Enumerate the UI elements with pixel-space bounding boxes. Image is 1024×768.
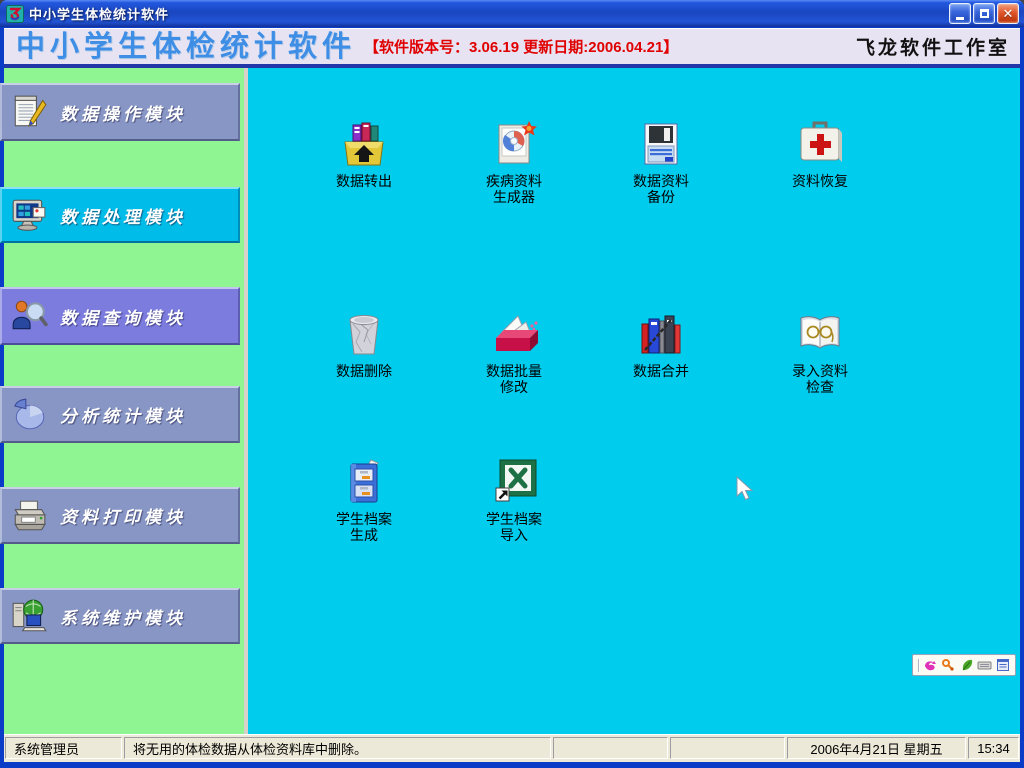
shortcut-student-file-generate[interactable]: 学生档案 生成	[304, 456, 424, 543]
app-logo-icon	[6, 5, 24, 23]
sidebar-item-label: 数据操作模块	[60, 100, 186, 125]
leaf-icon[interactable]	[959, 658, 974, 673]
shortcut-disease-generator[interactable]: 疾病资料 生成器	[454, 118, 574, 205]
keyboard-icon[interactable]	[977, 658, 992, 673]
disease-generator-icon	[488, 118, 540, 170]
sidebar-item-analysis-statistics[interactable]: 分析统计模块	[0, 386, 240, 443]
export-box-icon	[338, 118, 390, 170]
header-banner: 中小学生体检统计软件 【软件版本号：3.06.19 更新日期:2006.04.2…	[4, 28, 1020, 64]
trash-bucket-icon	[338, 308, 390, 360]
sidebar-item-data-query[interactable]: 数据查询模块	[0, 287, 240, 345]
file-cabinet-icon	[338, 456, 390, 508]
statusbar-empty-panel	[670, 737, 785, 759]
shortcut-label: 学生档案 导入	[454, 511, 574, 543]
sidebar-item-data-processing[interactable]: 数据处理模块	[0, 187, 240, 243]
shortcut-label: 数据批量 修改	[454, 363, 574, 395]
shortcut-label: 录入资料 检查	[760, 363, 880, 395]
maximize-icon	[980, 9, 989, 18]
sidebar-item-label: 资料打印模块	[60, 503, 186, 528]
shortcut-data-delete[interactable]: 数据删除	[304, 308, 424, 379]
shortcut-batch-modify[interactable]: 数据批量 修改	[454, 308, 574, 395]
close-button[interactable]: ✕	[997, 3, 1019, 24]
studio-name: 飞龙软件工作室	[856, 33, 1010, 60]
sidebar-item-label: 数据处理模块	[60, 203, 186, 228]
shortcut-student-file-import[interactable]: 学生档案 导入	[454, 456, 574, 543]
excel-import-icon	[488, 456, 540, 508]
person-search-icon	[10, 297, 48, 335]
window-bottom-border	[0, 762, 1024, 768]
monitor-icon	[10, 196, 48, 234]
sidebar-item-data-operation[interactable]: 数据操作模块	[0, 83, 240, 141]
mini-toolbar	[912, 654, 1016, 676]
window-title: 中小学生体检统计软件	[29, 4, 949, 23]
statusbar-message: 将无用的体检数据从体检资料库中删除。	[124, 737, 551, 759]
key-icon[interactable]	[941, 658, 956, 673]
minimize-icon	[956, 17, 964, 20]
pie-chart-icon	[10, 396, 48, 434]
first-aid-icon	[794, 118, 846, 170]
notepad-pen-icon	[10, 93, 48, 131]
shortcut-data-restore[interactable]: 资料恢复	[760, 118, 880, 189]
pink-swirl-icon[interactable]	[923, 658, 938, 673]
list-window-icon[interactable]	[995, 658, 1010, 673]
books-merge-icon	[635, 308, 687, 360]
shortcut-label: 数据资料 备份	[601, 173, 721, 205]
floppy-backup-icon	[635, 118, 687, 170]
maximize-button[interactable]	[973, 3, 995, 24]
version-info: 【软件版本号：3.06.19 更新日期:2006.04.21】	[364, 36, 678, 57]
sidebar-item-label: 数据查询模块	[60, 304, 186, 329]
statusbar-date: 2006年4月21日 星期五	[787, 737, 966, 759]
statusbar-time: 15:34	[968, 737, 1019, 759]
sidebar-item-system-maintenance[interactable]: 系统维护模块	[0, 588, 240, 644]
statusbar-user: 系统管理员	[5, 737, 122, 759]
mouse-cursor	[735, 476, 755, 502]
shortcut-label: 疾病资料 生成器	[454, 173, 574, 205]
statusbar-empty-panel	[553, 737, 668, 759]
shortcut-data-backup[interactable]: 数据资料 备份	[601, 118, 721, 205]
shortcut-input-check[interactable]: 录入资料 检查	[760, 308, 880, 395]
statusbar: 系统管理员 将无用的体检数据从体检资料库中删除。 2006年4月21日 星期五 …	[4, 734, 1020, 762]
batch-edit-icon	[488, 308, 540, 360]
app-title: 中小学生体检统计软件	[16, 30, 356, 64]
sidebar-item-print[interactable]: 资料打印模块	[0, 487, 240, 544]
shortcut-label: 数据转出	[304, 173, 424, 189]
book-glasses-icon	[794, 308, 846, 360]
minimize-button[interactable]	[949, 3, 971, 24]
grip-handle[interactable]	[918, 659, 920, 672]
shortcut-label: 学生档案 生成	[304, 511, 424, 543]
shortcut-data-export[interactable]: 数据转出	[304, 118, 424, 189]
shortcut-label: 数据删除	[304, 363, 424, 379]
sidebar-item-label: 系统维护模块	[60, 604, 186, 629]
app-window: 中小学生体检统计软件 ✕ 中小学生体检统计软件 【软件版本号：3.06.19 更…	[0, 0, 1024, 768]
shortcut-label: 数据合并	[601, 363, 721, 379]
shortcut-data-merge[interactable]: 数据合并	[601, 308, 721, 379]
titlebar: 中小学生体检统计软件 ✕	[0, 0, 1024, 27]
close-icon: ✕	[1003, 7, 1014, 20]
shortcut-label: 资料恢复	[760, 173, 880, 189]
sidebar-item-label: 分析统计模块	[60, 402, 186, 427]
computer-globe-icon	[10, 597, 48, 635]
printer-icon	[10, 497, 48, 535]
